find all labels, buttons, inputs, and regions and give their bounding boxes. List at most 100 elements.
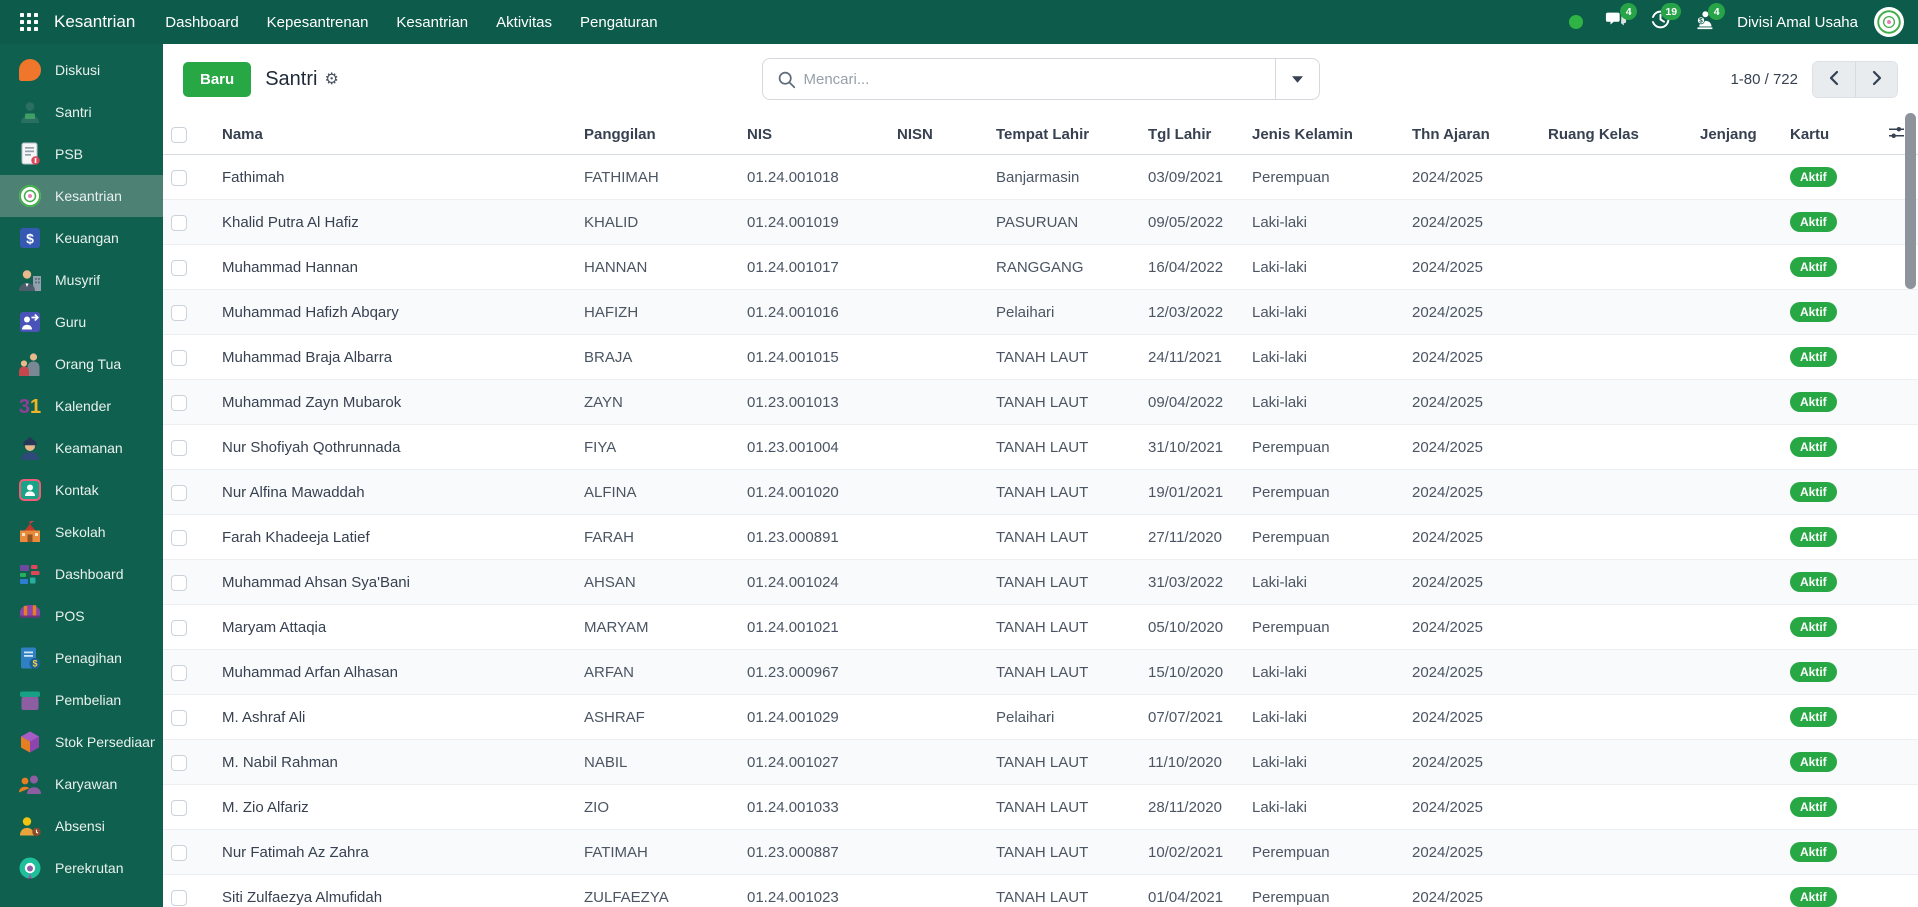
vertical-scrollbar[interactable] <box>1905 113 1916 289</box>
sidebar-item-musyrif[interactable]: Musyrif <box>0 259 163 301</box>
security-icon <box>17 435 43 461</box>
table-row[interactable]: Muhammad Hafizh AbqaryHAFIZH01.24.001016… <box>163 290 1918 335</box>
table-row[interactable]: Nur Alfina MawaddahALFINA01.24.001020TAN… <box>163 470 1918 515</box>
row-checkbox[interactable] <box>171 800 187 816</box>
nav-item-kesantrian[interactable]: Kesantrian <box>382 0 482 44</box>
table-row[interactable]: M. Zio AlfarizZIO01.24.001033TANAH LAUT2… <box>163 785 1918 830</box>
row-checkbox[interactable] <box>171 665 187 681</box>
search-input[interactable] <box>804 59 1275 99</box>
table-row[interactable]: Maryam AttaqiaMARYAM01.24.001021TANAH LA… <box>163 605 1918 650</box>
activities-clock-icon[interactable]: 19 <box>1643 5 1677 39</box>
sidebar-item-santri[interactable]: Santri <box>0 91 163 133</box>
pager: 1-80 / 722 <box>1730 61 1898 98</box>
column-header-thn-ajaran[interactable]: Thn Ajaran <box>1404 114 1540 155</box>
row-checkbox[interactable] <box>171 395 187 411</box>
user-menu[interactable]: Divisi Amal Usaha <box>1737 14 1858 31</box>
table-row[interactable]: Nur Shofiyah QothrunnadaFIYA01.23.001004… <box>163 425 1918 470</box>
column-header-jenis-kelamin[interactable]: Jenis Kelamin <box>1244 114 1404 155</box>
column-header-tgl-lahir[interactable]: Tgl Lahir <box>1140 114 1244 155</box>
sidebar-item-diskusi[interactable]: Diskusi <box>0 49 163 91</box>
pager-prev-button[interactable] <box>1813 62 1855 97</box>
column-header-jenjang[interactable]: Jenjang <box>1692 114 1782 155</box>
row-checkbox[interactable] <box>171 440 187 456</box>
sidebar-item-psb[interactable]: PSB <box>0 133 163 175</box>
select-all-checkbox[interactable] <box>171 127 187 143</box>
sidebar-item-absensi[interactable]: Absensi <box>0 805 163 847</box>
teacher-icon <box>17 309 43 335</box>
row-checkbox[interactable] <box>171 755 187 771</box>
sidebar-item-karyawan[interactable]: Karyawan <box>0 763 163 805</box>
avatar[interactable] <box>1874 7 1904 37</box>
cell-nis: 01.23.000967 <box>739 650 889 695</box>
row-checkbox[interactable] <box>171 260 187 276</box>
status-badge: Aktif <box>1790 212 1837 232</box>
table-row[interactable]: Farah Khadeeja LatiefFARAH01.23.000891TA… <box>163 515 1918 560</box>
row-checkbox[interactable] <box>171 845 187 861</box>
sidebar-item-pos[interactable]: POS <box>0 595 163 637</box>
search-dropdown-toggle[interactable] <box>1275 59 1319 99</box>
table-row[interactable]: Nur Fatimah Az ZahraFATIMAH01.23.000887T… <box>163 830 1918 875</box>
cell-jenjang <box>1692 605 1782 650</box>
column-header-ruang-kelas[interactable]: Ruang Kelas <box>1540 114 1692 155</box>
table-row[interactable]: Khalid Putra Al HafizKHALID01.24.001019P… <box>163 200 1918 245</box>
table-row[interactable]: Muhammad Braja AlbarraBRAJA01.24.001015T… <box>163 335 1918 380</box>
column-header-kartu[interactable]: Kartu <box>1782 114 1880 155</box>
row-checkbox[interactable] <box>171 485 187 501</box>
column-header-nisn[interactable]: NISN <box>889 114 988 155</box>
table-row[interactable]: M. Nabil RahmanNABIL01.24.001027TANAH LA… <box>163 740 1918 785</box>
cell-name: Muhammad Arfan Alhasan <box>214 650 576 695</box>
apps-grid-icon[interactable] <box>14 7 44 37</box>
sidebar-item-sekolah[interactable]: Sekolah <box>0 511 163 553</box>
cell-panggilan: FIYA <box>576 425 739 470</box>
table-row[interactable]: Muhammad Ahsan Sya'BaniAHSAN01.24.001024… <box>163 560 1918 605</box>
row-checkbox[interactable] <box>171 620 187 636</box>
sidebar-item-penagihan[interactable]: $Penagihan <box>0 637 163 679</box>
row-checkbox[interactable] <box>171 530 187 546</box>
cell-jenjang <box>1692 335 1782 380</box>
optional-columns-icon[interactable] <box>1888 125 1905 140</box>
cell-tempat-lahir: TANAH LAUT <box>988 470 1140 515</box>
table-row[interactable]: Muhammad HannanHANNAN01.24.001017RANGGAN… <box>163 245 1918 290</box>
sidebar-item-kontak[interactable]: Kontak <box>0 469 163 511</box>
gear-icon[interactable]: ⚙ <box>324 69 338 89</box>
column-header-tempat-lahir[interactable]: Tempat Lahir <box>988 114 1140 155</box>
table-row[interactable]: Siti Zulfaezya AlmufidahZULFAEZYA01.24.0… <box>163 875 1918 907</box>
row-checkbox[interactable] <box>171 215 187 231</box>
sidebar-item-keuangan[interactable]: $Keuangan <box>0 217 163 259</box>
sidebar-item-perekrutan[interactable]: Perekrutan <box>0 847 163 889</box>
nav-item-kepesantrenan[interactable]: Kepesantrenan <box>253 0 383 44</box>
sidebar: DiskusiSantriPSBKesantrian$KeuanganMusyr… <box>0 44 163 907</box>
sidebar-item-dashboard[interactable]: Dashboard <box>0 553 163 595</box>
brand-title[interactable]: Kesantrian <box>54 12 135 32</box>
messages-icon[interactable]: 4 <box>1599 5 1633 39</box>
row-checkbox[interactable] <box>171 890 187 906</box>
status-badge: Aktif <box>1790 617 1837 637</box>
new-record-button[interactable]: Baru <box>183 62 251 97</box>
sidebar-item-pembelian[interactable]: Pembelian <box>0 679 163 721</box>
table-row[interactable]: Muhammad Arfan AlhasanARFAN01.23.000967T… <box>163 650 1918 695</box>
row-checkbox[interactable] <box>171 350 187 366</box>
chevron-right-icon <box>1871 70 1883 89</box>
table-row[interactable]: FathimahFATHIMAH01.24.001018Banjarmasin0… <box>163 155 1918 200</box>
nav-item-dashboard[interactable]: Dashboard <box>151 0 252 44</box>
nav-item-pengaturan[interactable]: Pengaturan <box>566 0 672 44</box>
table-row[interactable]: M. Ashraf AliASHRAF01.24.001029Pelaihari… <box>163 695 1918 740</box>
table-row[interactable]: Muhammad Zayn MubarokZAYN01.23.001013TAN… <box>163 380 1918 425</box>
sidebar-item-kesantrian[interactable]: Kesantrian <box>0 175 163 217</box>
row-checkbox[interactable] <box>171 305 187 321</box>
row-checkbox[interactable] <box>171 710 187 726</box>
sidebar-item-keamanan[interactable]: Keamanan <box>0 427 163 469</box>
column-header-nis[interactable]: NIS <box>739 114 889 155</box>
sidebar-item-orang-tua[interactable]: Orang Tua <box>0 343 163 385</box>
column-header-nama[interactable]: Nama <box>214 114 576 155</box>
column-header-panggilan[interactable]: Panggilan <box>576 114 739 155</box>
row-checkbox[interactable] <box>171 170 187 186</box>
row-checkbox[interactable] <box>171 575 187 591</box>
sidebar-item-label: Absensi <box>55 818 105 834</box>
pager-next-button[interactable] <box>1855 62 1897 97</box>
sidebar-item-stok-persediaan[interactable]: Stok Persediaan <box>0 721 163 763</box>
sidebar-item-kalender[interactable]: 31Kalender <box>0 385 163 427</box>
sidebar-item-guru[interactable]: Guru <box>0 301 163 343</box>
requests-user-icon[interactable]: $ 4 <box>1687 5 1721 39</box>
nav-item-aktivitas[interactable]: Aktivitas <box>482 0 566 44</box>
